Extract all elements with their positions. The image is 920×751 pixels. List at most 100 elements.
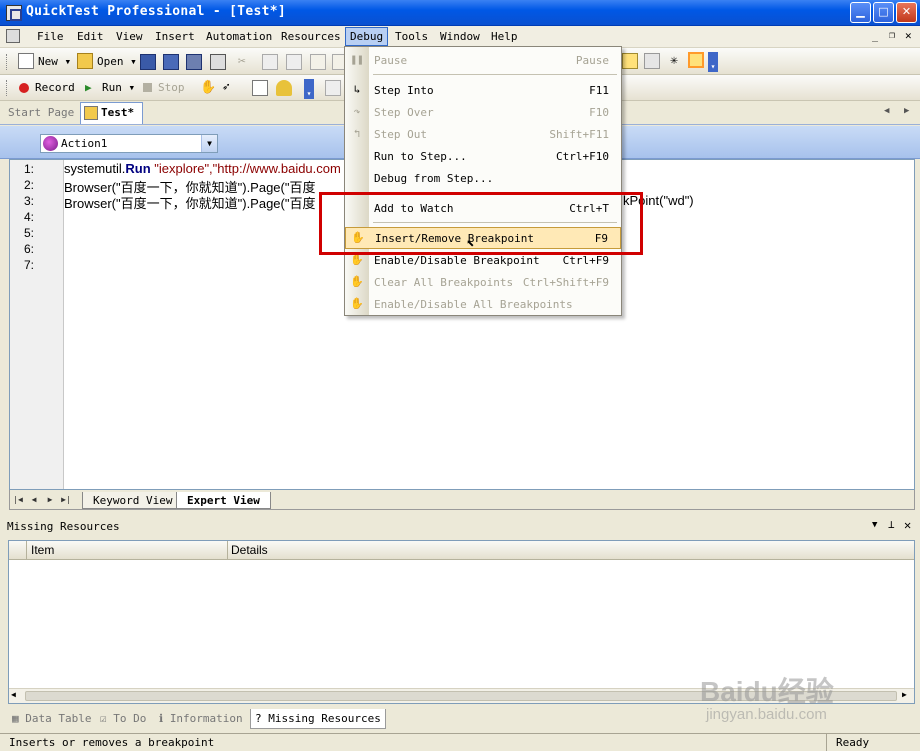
open-button[interactable]: Open ▾ [97,55,137,68]
stop-icon [143,83,152,92]
menu-edit[interactable]: Edit [72,29,109,44]
menu-item-debug-from-step[interactable]: Debug from Step... [345,167,621,189]
pane-title: Missing Resources [7,520,120,533]
toolbar-grip[interactable] [6,54,9,70]
action-dropdown-value: Action1 [61,137,108,150]
menu-automation[interactable]: Automation [201,29,277,44]
menu-item-clear-all-breakpoints[interactable]: ✋ Clear All Breakpoints Ctrl+Shift+F9 [345,271,621,293]
scroll-right-icon[interactable]: ▶ [902,690,907,699]
code-line[interactable]: Browser("百度一下，你就知道").Page("百度 [64,193,315,212]
mdi-restore-icon[interactable]: ❐ [889,30,895,41]
new-icon [18,53,34,69]
previous-icon[interactable]: ◀ [27,493,41,507]
line-number: 6: [24,242,35,256]
print-icon[interactable] [210,54,226,70]
window-title: QuickTest Professional - [Test*] [26,4,287,19]
pane-close-icon[interactable]: ✕ [904,518,911,532]
line-number: 7: [24,258,35,272]
run-icon: ▶ [85,81,92,94]
tab-scroll-left-icon[interactable]: ◀ [884,106,889,116]
maximize-button[interactable]: □ [873,2,894,23]
menu-window[interactable]: Window [435,29,485,44]
chevron-down-icon[interactable]: ▼ [201,135,217,152]
menu-item-step-into[interactable]: ↳ Step Into F11 [345,79,621,101]
scroll-left-icon[interactable]: ◀ [11,690,16,699]
line-number: 1: [24,162,35,176]
menu-item-step-over[interactable]: ↷ Step Over F10 [345,101,621,123]
pause-icon: ❚❚ [350,53,364,66]
save-with-resources-icon[interactable] [186,54,202,70]
next-icon[interactable]: ▶ [43,493,57,507]
last-icon[interactable]: ▶| [59,493,73,507]
paste-icon[interactable] [286,54,302,70]
step-generator-icon[interactable] [325,80,341,96]
menu-item-run-to-step[interactable]: Run to Step... Ctrl+F10 [345,145,621,167]
low-level-recording-icon[interactable]: ➶ [222,80,238,96]
tab-keyword-view[interactable]: Keyword View [82,492,184,509]
menu-item-step-out[interactable]: ↰ Step Out Shift+F11 [345,123,621,145]
column-header-item[interactable]: Item [31,543,54,557]
save-icon[interactable] [140,54,156,70]
object-spy-icon[interactable]: ✳ [666,53,682,69]
toolbar-grip[interactable] [6,80,9,96]
app-icon[interactable] [6,5,22,21]
menu-debug[interactable]: Debug [345,27,389,46]
tab-information[interactable]: ℹ Information [155,709,247,729]
line-number-gutter: 1: 2: 3: 4: 5: 6: 7: [10,160,64,489]
record-icon [19,83,29,93]
mdi-minimize-icon[interactable]: _ [872,31,878,42]
edit-icon[interactable] [310,54,326,70]
pin-icon[interactable]: ⊥ [888,518,895,531]
tab-scroll-right-icon[interactable]: ▶ [904,106,909,116]
analog-recording-icon[interactable]: ✋ [200,80,216,96]
object-repository-icon[interactable] [644,53,660,69]
mdi-close-icon[interactable]: ✕ [905,29,912,42]
close-button[interactable]: ✕ [896,2,917,23]
open-folder-icon [77,53,93,69]
new-button[interactable]: New ▾ [38,55,71,68]
tab-start-page[interactable]: Start Page [8,106,74,119]
pane-menu-icon[interactable]: ▼ [872,520,877,530]
code-line[interactable]: systemutil.Run "iexplore","http://www.ba… [64,161,341,176]
menu-tools[interactable]: Tools [390,29,433,44]
step-over-icon: ↷ [353,105,361,118]
menu-view[interactable]: View [111,29,148,44]
tab-to-do[interactable]: ☑ To Do [96,709,150,729]
run-button[interactable]: Run ▾ [102,81,135,94]
menu-help[interactable]: Help [486,29,523,44]
tab-test[interactable]: Test* [80,102,143,124]
output-value-icon[interactable] [276,80,292,96]
status-divider [826,734,827,751]
table-icon[interactable] [622,53,638,69]
toolbar-overflow-icon[interactable]: ▾ [708,52,718,72]
menu-file[interactable]: File [32,29,69,44]
step-into-icon: ↳ [353,83,361,96]
column-header-details[interactable]: Details [231,543,268,557]
highlight-annotation-box [319,192,643,255]
record-button[interactable]: Record [35,81,75,94]
document-icon[interactable] [6,29,20,43]
title-bar: QuickTest Professional - [Test*] ▁ □ ✕ [0,0,920,26]
menu-item-pause[interactable]: ❚❚ Pause Pause [345,49,621,71]
tab-missing-resources[interactable]: ? Missing Resources [250,709,386,729]
watermark-logo: Baidu经验 [700,676,834,707]
action-icon [43,136,58,151]
step-out-icon: ↰ [353,127,361,140]
cut-icon[interactable]: ✂ [238,54,254,70]
tab-data-table[interactable]: ▦ Data Table [8,709,95,729]
menu-insert[interactable]: Insert [150,29,200,44]
checkpoint-icon[interactable] [252,80,268,96]
minimize-button[interactable]: ▁ [850,2,871,23]
action-dropdown[interactable]: Action1 ▼ [40,134,218,153]
menu-item-enable-disable-all-breakpoints[interactable]: ✋ Enable/Disable All Breakpoints [345,293,621,315]
stop-button[interactable]: Stop [158,81,185,94]
first-icon[interactable]: |◀ [11,493,25,507]
watermark-url: jingyan.baidu.com [706,706,827,723]
copy-icon[interactable] [262,54,278,70]
column-divider[interactable] [227,541,228,559]
save-all-icon[interactable] [163,54,179,70]
tab-expert-view[interactable]: Expert View [176,492,271,509]
options-icon[interactable] [688,52,704,68]
toolbar-overflow-icon[interactable]: ▾ [304,79,314,99]
menu-resources[interactable]: Resources [276,29,346,44]
